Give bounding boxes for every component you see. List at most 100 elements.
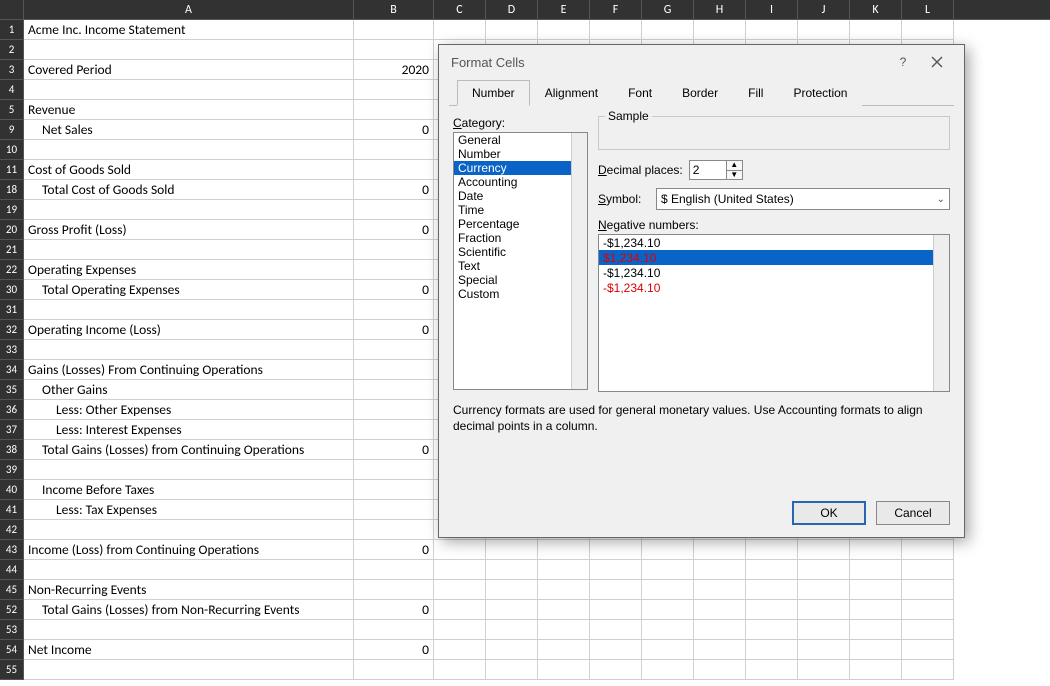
cell-B20[interactable]: 0 (354, 220, 434, 240)
row-header[interactable]: 45 (0, 580, 24, 600)
cell-K43[interactable] (850, 540, 902, 560)
cell-J43[interactable] (798, 540, 850, 560)
cell-A1[interactable]: Acme Inc. Income Statement (24, 20, 354, 40)
cell-L45[interactable] (902, 580, 954, 600)
cell-A2[interactable] (24, 40, 354, 60)
cell-D44[interactable] (486, 560, 538, 580)
col-header-I[interactable]: I (746, 0, 798, 19)
cell-A40[interactable]: Income Before Taxes (24, 480, 354, 500)
cell-L44[interactable] (902, 560, 954, 580)
cell-B5[interactable] (354, 100, 434, 120)
category-option[interactable]: Time (454, 203, 587, 217)
row-header[interactable]: 4 (0, 80, 24, 100)
cell-B22[interactable] (354, 260, 434, 280)
row-header[interactable]: 18 (0, 180, 24, 200)
row-header[interactable]: 55 (0, 660, 24, 680)
cell-K54[interactable] (850, 640, 902, 660)
row-header[interactable]: 44 (0, 560, 24, 580)
row-header[interactable]: 39 (0, 460, 24, 480)
col-header-A[interactable]: A (24, 0, 354, 19)
cell-A54[interactable]: Net Income (24, 640, 354, 660)
row-header[interactable]: 53 (0, 620, 24, 640)
cell-B37[interactable] (354, 420, 434, 440)
cell-F54[interactable] (590, 640, 642, 660)
cell-B3[interactable]: 2020 (354, 60, 434, 80)
cell-A33[interactable] (24, 340, 354, 360)
cell-J45[interactable] (798, 580, 850, 600)
cancel-button[interactable]: Cancel (876, 501, 950, 525)
category-option[interactable]: Percentage (454, 217, 587, 231)
cell-J1[interactable] (798, 20, 850, 40)
cell-A31[interactable] (24, 300, 354, 320)
cell-A41[interactable]: Less: Tax Expenses (24, 500, 354, 520)
tab-border[interactable]: Border (667, 80, 733, 106)
row-header[interactable]: 37 (0, 420, 24, 440)
cell-A34[interactable]: Gains (Losses) From Continuing Operation… (24, 360, 354, 380)
cell-A55[interactable] (24, 660, 354, 680)
cell-B44[interactable] (354, 560, 434, 580)
cell-I43[interactable] (746, 540, 798, 560)
cell-G53[interactable] (642, 620, 694, 640)
row-header[interactable]: 35 (0, 380, 24, 400)
cell-B10[interactable] (354, 140, 434, 160)
cell-L54[interactable] (902, 640, 954, 660)
cell-B33[interactable] (354, 340, 434, 360)
cell-B19[interactable] (354, 200, 434, 220)
row-header[interactable]: 3 (0, 60, 24, 80)
cell-A38[interactable]: Total Gains (Losses) from Continuing Ope… (24, 440, 354, 460)
row-header[interactable]: 11 (0, 160, 24, 180)
cell-C54[interactable] (434, 640, 486, 660)
cell-H45[interactable] (694, 580, 746, 600)
cell-E44[interactable] (538, 560, 590, 580)
row-header[interactable]: 20 (0, 220, 24, 240)
cell-J54[interactable] (798, 640, 850, 660)
col-header-J[interactable]: J (798, 0, 850, 19)
cell-D1[interactable] (486, 20, 538, 40)
cell-C53[interactable] (434, 620, 486, 640)
category-option[interactable]: Currency (454, 161, 587, 175)
cell-B31[interactable] (354, 300, 434, 320)
cell-A52[interactable]: Total Gains (Losses) from Non-Recurring … (24, 600, 354, 620)
col-header-C[interactable]: C (434, 0, 486, 19)
cell-L52[interactable] (902, 600, 954, 620)
cell-I1[interactable] (746, 20, 798, 40)
cell-L53[interactable] (902, 620, 954, 640)
cell-K53[interactable] (850, 620, 902, 640)
cell-B38[interactable]: 0 (354, 440, 434, 460)
cell-E1[interactable] (538, 20, 590, 40)
cell-B53[interactable] (354, 620, 434, 640)
row-header[interactable]: 32 (0, 320, 24, 340)
row-header[interactable]: 2 (0, 40, 24, 60)
row-header[interactable]: 33 (0, 340, 24, 360)
cell-J53[interactable] (798, 620, 850, 640)
help-button[interactable]: ? (886, 50, 920, 74)
scrollbar[interactable] (571, 133, 587, 389)
cell-H52[interactable] (694, 600, 746, 620)
cell-A45[interactable]: Non-Recurring Events (24, 580, 354, 600)
negative-format-option[interactable]: -$1,234.10 (599, 235, 949, 250)
cell-L1[interactable] (902, 20, 954, 40)
cell-G1[interactable] (642, 20, 694, 40)
cell-H1[interactable] (694, 20, 746, 40)
cell-C52[interactable] (434, 600, 486, 620)
cell-E52[interactable] (538, 600, 590, 620)
row-header[interactable]: 22 (0, 260, 24, 280)
ok-button[interactable]: OK (792, 501, 866, 525)
cell-L55[interactable] (902, 660, 954, 680)
symbol-dropdown[interactable]: $ English (United States) ⌄ (656, 188, 950, 210)
cell-G43[interactable] (642, 540, 694, 560)
cell-E53[interactable] (538, 620, 590, 640)
row-header[interactable]: 5 (0, 100, 24, 120)
cell-C1[interactable] (434, 20, 486, 40)
cell-A11[interactable]: Cost of Goods Sold (24, 160, 354, 180)
cell-H44[interactable] (694, 560, 746, 580)
cell-A19[interactable] (24, 200, 354, 220)
cell-H53[interactable] (694, 620, 746, 640)
cell-E45[interactable] (538, 580, 590, 600)
category-option[interactable]: Special (454, 273, 587, 287)
cell-I54[interactable] (746, 640, 798, 660)
negative-format-option[interactable]: -$1,234.10 (599, 280, 949, 295)
cell-A20[interactable]: Gross Profit (Loss) (24, 220, 354, 240)
tab-fill[interactable]: Fill (733, 80, 778, 106)
cell-C43[interactable] (434, 540, 486, 560)
